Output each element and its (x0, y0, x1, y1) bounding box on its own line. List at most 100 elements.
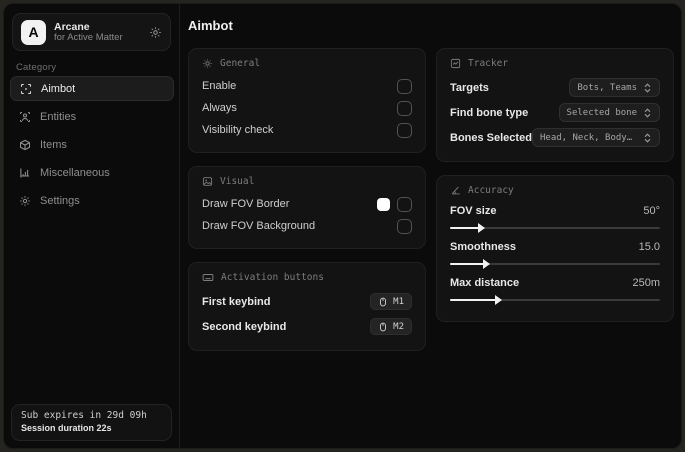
brand-card: A Arcane for Active Matter (12, 13, 171, 51)
app-name: Arcane (54, 20, 90, 33)
visual-icon (202, 176, 213, 187)
sub-expiry-text: Sub expires in 29d 09h (21, 410, 147, 421)
tracker-card: Tracker Targets Bots, Teams Find bone ty… (436, 48, 674, 162)
category-label: Category (16, 62, 57, 73)
accuracy-card: Accuracy FOV size 50° Smoothness 15.0 Ma… (436, 175, 674, 322)
left-column: General Enable Always Visibility check V… (188, 48, 426, 351)
general-card: General Enable Always Visibility check (188, 48, 426, 153)
session-duration-text: Session duration 22s (21, 423, 112, 433)
dropdown-row: Targets Bots, Teams (450, 75, 660, 100)
selector-icon (643, 82, 652, 93)
setting-label: Draw FOV Border (202, 198, 290, 210)
setting-row: Visibility check (202, 119, 412, 141)
keybind-row: First keybind M1 (202, 289, 412, 314)
slider-row: FOV size 50° (450, 202, 660, 233)
subscription-info: Sub expires in 29d 09h Session duration … (11, 404, 172, 441)
slider-row: Max distance 250m (450, 274, 660, 305)
slider-row: Smoothness 15.0 (450, 238, 660, 269)
keybind-value: M1 (393, 296, 404, 307)
sidebar-nav: Aimbot Entities Items Miscellaneous Sett… (10, 76, 174, 213)
keybind-label: Second keybind (202, 320, 287, 333)
sidebar-item-label: Entities (40, 110, 77, 123)
card-title: Activation buttons (221, 272, 324, 283)
fov-border-color-swatch[interactable] (377, 197, 390, 211)
setting-row: Enable (202, 75, 412, 97)
second-keybind-button[interactable]: M2 (370, 318, 412, 335)
right-column: Tracker Targets Bots, Teams Find bone ty… (436, 48, 674, 322)
dropdown-row: Find bone type Selected bone (450, 100, 660, 125)
slider-label: Max distance (450, 277, 520, 289)
slider-thumb[interactable] (495, 295, 503, 305)
draw-fov-border-checkbox[interactable] (397, 196, 412, 212)
dropdown-label: Targets (450, 81, 489, 94)
targets-dropdown[interactable]: Bots, Teams (569, 78, 660, 97)
fov-size-slider[interactable] (450, 223, 660, 233)
setting-row: Draw FOV Border (202, 193, 412, 215)
gear-icon (19, 195, 31, 207)
slider-thumb[interactable] (482, 259, 490, 269)
sidebar-item-label: Settings (40, 194, 80, 207)
app-window: A Arcane for Active Matter Category Aimb… (3, 3, 682, 449)
slider-value: 250m (632, 277, 660, 289)
sidebar-item-entities[interactable]: Entities (10, 104, 174, 129)
slider-thumb[interactable] (478, 223, 486, 233)
page-title: Aimbot (188, 18, 233, 33)
slider-label: FOV size (450, 205, 497, 217)
find-bone-type-dropdown[interactable]: Selected bone (558, 103, 660, 122)
gear-icon[interactable] (149, 26, 162, 39)
angle-icon (450, 185, 461, 196)
visibility-check-checkbox[interactable] (397, 122, 412, 138)
dropdown-label: Bones Selected (450, 131, 532, 144)
smoothness-slider[interactable] (450, 259, 660, 269)
keybind-value: M2 (393, 321, 404, 332)
first-keybind-button[interactable]: M1 (370, 293, 412, 310)
max-distance-slider[interactable] (450, 295, 660, 305)
card-title: General (220, 58, 261, 69)
dropdown-row: Bones Selected Head, Neck, Body, Pe.. (450, 125, 660, 150)
sidebar-item-miscellaneous[interactable]: Miscellaneous (10, 160, 174, 185)
slider-value: 15.0 (638, 241, 660, 253)
dropdown-value: Head, Neck, Body, Pe.. (540, 132, 637, 143)
keyboard-icon (202, 272, 214, 283)
draw-fov-background-checkbox[interactable] (397, 218, 412, 234)
dropdown-label: Find bone type (450, 106, 529, 119)
always-checkbox[interactable] (397, 100, 412, 116)
slider-value: 50° (643, 205, 660, 217)
selector-icon (643, 107, 652, 118)
selector-icon (643, 132, 652, 143)
chart-icon (19, 167, 31, 179)
tracker-icon (450, 58, 461, 69)
keybind-row: Second keybind M2 (202, 314, 412, 339)
sidebar-item-aimbot[interactable]: Aimbot (10, 76, 174, 101)
activation-buttons-card: Activation buttons First keybind M1 Seco… (188, 262, 426, 351)
setting-label: Enable (202, 80, 237, 92)
mouse-icon (378, 297, 388, 307)
setting-label: Visibility check (202, 124, 274, 136)
sidebar-item-settings[interactable]: Settings (10, 188, 174, 213)
keybind-label: First keybind (202, 295, 271, 308)
bones-selected-dropdown[interactable]: Head, Neck, Body, Pe.. (532, 128, 660, 147)
main-content: Aimbot General Enable Always Visibility … (181, 4, 681, 448)
sidebar-item-label: Items (40, 138, 67, 151)
card-title: Accuracy (468, 185, 514, 196)
sidebar-item-items[interactable]: Items (10, 132, 174, 157)
setting-row: Always (202, 97, 412, 119)
setting-label: Draw FOV Background (202, 220, 316, 232)
app-subtitle: for Active Matter (54, 31, 123, 43)
sidebar-item-label: Aimbot (41, 82, 76, 95)
enable-checkbox[interactable] (397, 78, 412, 94)
person-scan-icon (19, 111, 31, 123)
card-title: Tracker (468, 58, 509, 69)
dropdown-value: Bots, Teams (577, 82, 637, 93)
mouse-icon (378, 322, 388, 332)
setting-row: Draw FOV Background (202, 215, 412, 237)
crosshair-icon (20, 83, 32, 95)
setting-label: Always (202, 102, 237, 114)
sidebar: A Arcane for Active Matter Category Aimb… (4, 4, 180, 448)
general-icon (202, 58, 213, 69)
dropdown-value: Selected bone (566, 107, 637, 118)
visual-card: Visual Draw FOV Border Draw FOV Backgrou… (188, 166, 426, 249)
sidebar-item-label: Miscellaneous (40, 166, 110, 179)
card-title: Visual (220, 176, 255, 187)
app-logo: A (21, 19, 46, 45)
